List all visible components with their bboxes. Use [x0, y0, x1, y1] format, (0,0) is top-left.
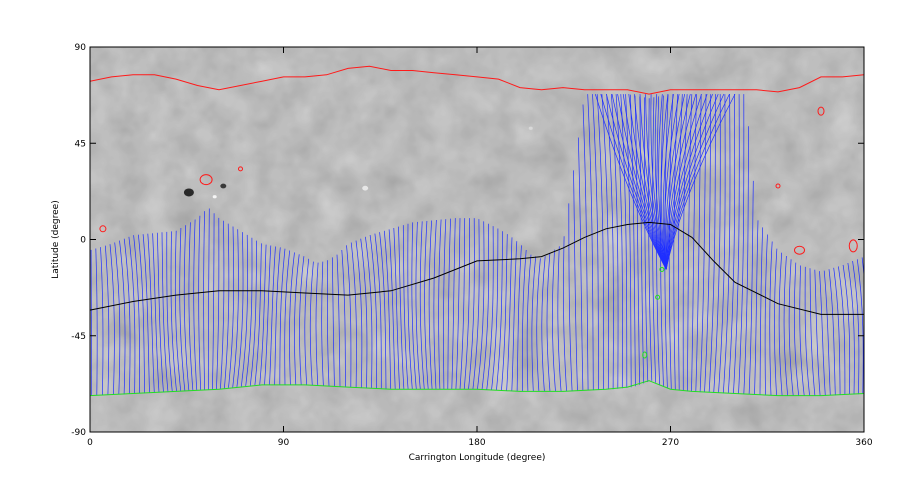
- x-tick-label: 180: [468, 438, 485, 448]
- x-tick-label: 90: [278, 438, 290, 448]
- magnetogram-spot: [220, 183, 227, 189]
- y-tick-label: 0: [80, 236, 86, 246]
- plot-area: [89, 46, 865, 433]
- y-tick-label: -45: [71, 332, 86, 342]
- y-tick-label: 45: [75, 139, 86, 149]
- x-axis-title: Carrington Longitude (degree): [409, 453, 546, 463]
- magnetogram-spot: [362, 185, 369, 191]
- x-tick-label: 270: [662, 438, 679, 448]
- x-tick-label: 360: [855, 438, 872, 448]
- magnetogram-spot: [528, 126, 533, 130]
- x-tick-label: 0: [87, 438, 93, 448]
- magnetogram-spot: [212, 195, 217, 199]
- magnetogram-spot: [183, 188, 194, 197]
- y-tick-label: -90: [71, 428, 86, 438]
- y-axis-title: Latitude (degree): [51, 200, 61, 278]
- y-tick-label: 90: [75, 43, 87, 53]
- synoptic-field-line-chart: 0 90 180 270 360 90 45 0 -45 -90 Carrington Long…: [51, 43, 873, 463]
